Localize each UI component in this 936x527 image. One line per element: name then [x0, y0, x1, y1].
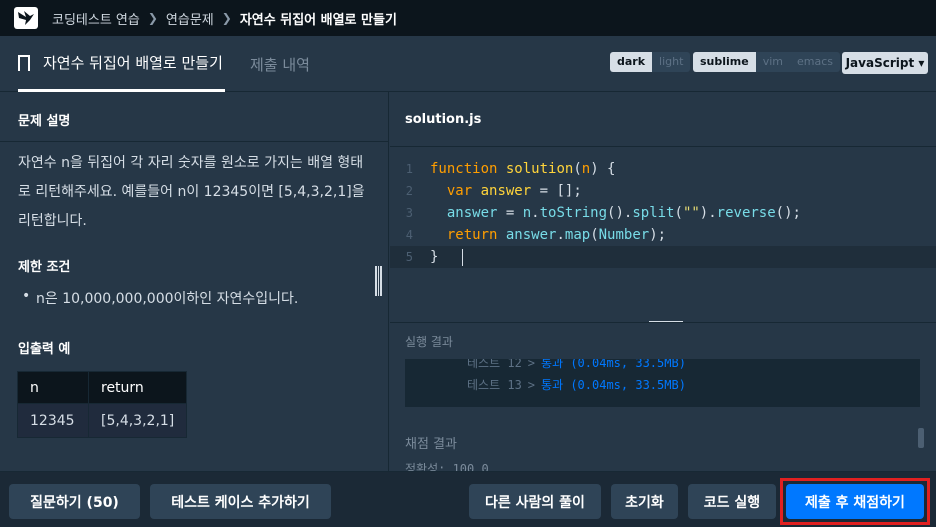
text-cursor [462, 248, 464, 266]
code-token: = []; [531, 183, 582, 199]
chevron-right-icon: ❯ [147, 11, 158, 25]
code-token: answer [505, 227, 557, 243]
line-number: 1 [405, 162, 413, 176]
list-item: 테스트 13 > 통과 (0.04ms, 33.5MB) [467, 378, 686, 392]
line-number: 2 [405, 184, 413, 198]
test-status: 통과 (0.04ms, 33.5MB) [541, 378, 686, 392]
io-example-table: n return 12345 [5,4,3,2,1] [17, 371, 188, 438]
grading-result-heading: 채점 결과 [405, 437, 457, 452]
code-token: n [522, 205, 532, 221]
programmers-logo-icon[interactable] [14, 7, 38, 29]
keymap-option-vim[interactable]: vim [755, 52, 790, 72]
others-solutions-button[interactable]: 다른 사람의 풀이 [469, 484, 601, 519]
table-header-n: n [17, 371, 89, 404]
line-number: 3 [405, 206, 413, 220]
constraints-heading: 제한 조건 [18, 260, 71, 275]
code-line: 3 answer = n. toString (). split(""). revers… [390, 202, 936, 224]
list-item: 테스트 12 > 통과 (0.04ms, 33.5MB) [467, 359, 686, 371]
code-token: { [607, 161, 616, 177]
action-bar: 질문하기 (50) 테스트 케이스 추가하기 다른 사람의 풀이 초기화 코드 … [0, 471, 936, 527]
code-line: 4 return answer. map(Number); [390, 224, 936, 246]
code-line: 1 function solution(n) { [390, 158, 936, 180]
top-navbar: 코딩테스트 연습 ❯ 연습문제 ❯ 자연수 뒤집어 배열로 만들기 [0, 0, 936, 36]
code-token: solution [505, 161, 574, 177]
line-number: 5 [405, 250, 413, 264]
tab-problem-label: 자연수 뒤집어 배열로 만들기 [43, 54, 223, 72]
code-token: answer [446, 205, 498, 221]
code-line: 2 var answer = []; [390, 180, 936, 202]
keymap-option-sublime[interactable]: sublime [693, 52, 756, 72]
submit-highlight-box [780, 478, 930, 525]
breadcrumb-current: 자연수 뒤집어 배열로 만들기 [239, 12, 397, 28]
code-token: Number [598, 227, 650, 243]
test-name: 테스트 13 [467, 378, 522, 392]
test-name: 테스트 12 [467, 359, 522, 370]
theme-option-dark[interactable]: dark [610, 52, 653, 72]
run-result-heading: 실행 결과 [405, 335, 453, 349]
code-token: function [430, 161, 498, 177]
table-header-return: return [87, 371, 188, 404]
code-editor[interactable]: 1 function solution(n) { 2 var answer = [… [390, 148, 936, 311]
code-token: var [446, 183, 473, 199]
constraint-item: n은 10,000,000,000이하인 자연수입니다. [22, 288, 298, 308]
panel-resize-handle[interactable] [375, 266, 382, 296]
reset-button[interactable]: 초기화 [611, 484, 678, 519]
chevron-right-icon: ❯ [221, 11, 232, 25]
problem-description-heading: 문제 설명 [18, 114, 71, 129]
io-example-heading: 입출력 예 [18, 342, 71, 357]
code-token: return [446, 227, 498, 243]
breadcrumb-item-practice[interactable]: 코딩테스트 연습 [52, 9, 140, 28]
code-token: reverse [716, 205, 776, 221]
code-token: toString [539, 205, 608, 221]
theme-option-light[interactable]: light [652, 52, 691, 72]
questions-button[interactable]: 질문하기 (50) [9, 484, 140, 519]
breadcrumb-item-exercises[interactable]: 연습문제 [166, 9, 214, 28]
problem-description: 자연수 n을 뒤집어 각 자리 숫자를 원소로 가지는 배열 형태로 리턴해주세… [18, 155, 365, 229]
bookmark-icon[interactable] [18, 54, 30, 76]
theme-toggle: dark light [610, 52, 691, 72]
code-token: split [632, 205, 675, 221]
code-token: } [430, 249, 439, 265]
result-panel: 실행 결과 테스트 12 > 통과 (0.04ms, 33.5MB) 테스트 13 >… [390, 322, 936, 471]
tab-problem[interactable]: 자연수 뒤집어 배열로 만들기 [18, 36, 225, 92]
table-cell: 12345 [17, 403, 89, 438]
code-token: "" [682, 205, 700, 221]
file-name: solution.js [405, 112, 482, 127]
table-header-row: n return [17, 371, 188, 404]
run-result-output[interactable]: 테스트 12 > 통과 (0.04ms, 33.5MB) 테스트 13 > 통과 (0.… [405, 359, 920, 407]
code-line-current: 5} [390, 246, 936, 268]
run-code-button[interactable]: 코드 실행 [688, 484, 776, 519]
line-number: 4 [405, 228, 413, 242]
tab-submissions[interactable]: 제출 내역 [250, 36, 310, 92]
table-row: 12345 [5,4,3,2,1] [17, 403, 188, 438]
table-cell: [5,4,3,2,1] [87, 403, 188, 438]
code-token: = [497, 205, 523, 221]
problem-panel: 문제 설명 자연수 n을 뒤집어 각 자리 숫자를 원소로 가지는 배열 형태로… [0, 92, 389, 471]
language-select[interactable]: JavaScript ▾ [842, 52, 928, 74]
keymap-option-emacs[interactable]: emacs [790, 52, 841, 72]
editor-panel: solution.js 1 function solution(n) { 2 va… [390, 92, 936, 471]
code-token: n [581, 161, 591, 177]
keymap-toggle: sublime vim emacs [693, 52, 841, 72]
code-token: answer [480, 183, 532, 199]
add-testcase-button[interactable]: 테스트 케이스 추가하기 [150, 484, 331, 519]
accuracy-text: 정확성: 100.0 [405, 462, 489, 471]
editor-header: solution.js [390, 92, 936, 147]
test-status: 통과 (0.04ms, 33.5MB) [541, 359, 686, 370]
code-token: map [564, 227, 591, 243]
scrollbar-thumb[interactable] [918, 428, 924, 448]
